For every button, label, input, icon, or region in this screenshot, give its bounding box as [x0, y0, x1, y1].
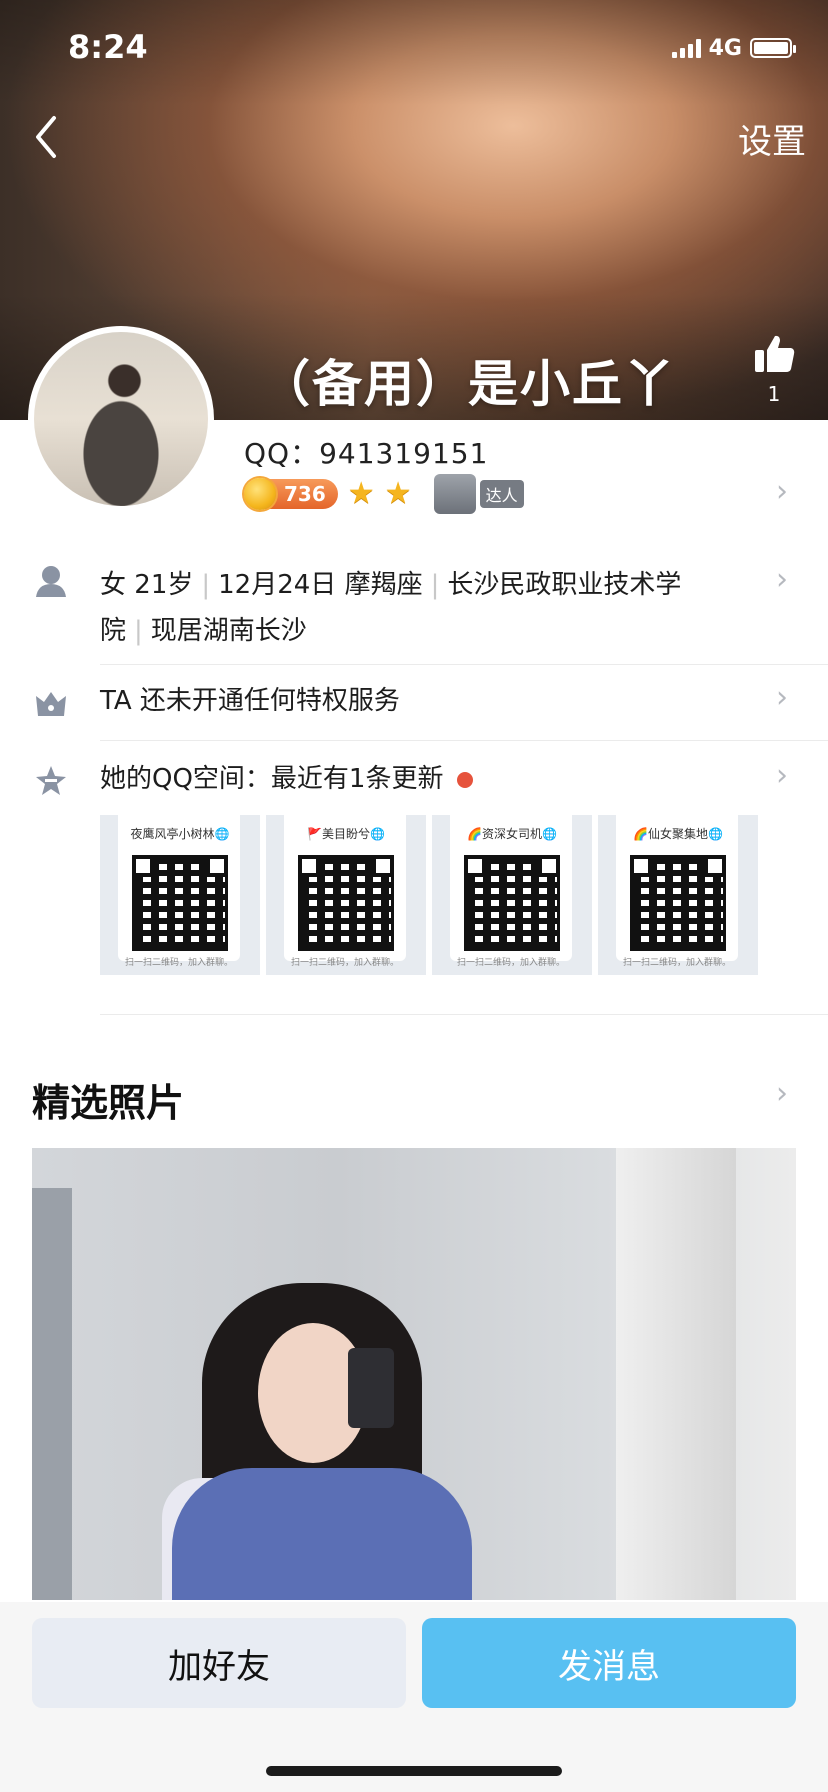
chevron-right-icon: › [776, 758, 788, 793]
qr-code-icon [630, 855, 726, 951]
settings-button[interactable]: 设置 [738, 114, 806, 163]
daren-badge: 达人 [433, 474, 524, 514]
coin-icon [244, 478, 276, 510]
qzone-thumbnail[interactable]: 夜鹰风亭小树林🌐 扫一扫二维码，加入群聊。 [100, 815, 260, 975]
door [616, 1148, 736, 1600]
status-indicators: 4G [671, 35, 796, 61]
age: 21岁 [134, 570, 194, 600]
chevron-right-icon[interactable]: › [776, 474, 788, 509]
qzone-thumbnail[interactable]: 🌈仙女聚集地🌐 扫一扫二维码，加入群聊。 [598, 815, 758, 975]
coin-level: 736 [284, 482, 326, 506]
nickname: （备用）是小丘丫 [260, 355, 676, 413]
network-type: 4G [708, 35, 742, 61]
qzone-text: 她的QQ空间：最近有1条更新 [100, 756, 474, 802]
qr-foot: 扫一扫二维码，加入群聊。 [456, 958, 565, 968]
star-icon: ★ [384, 476, 412, 511]
qr-tag: 夜鹰风亭小树林🌐 [130, 827, 230, 841]
qr-code-icon [132, 855, 228, 951]
divider [100, 1014, 828, 1015]
chevron-right-icon: › [776, 562, 788, 597]
location: 现居湖南长沙 [150, 616, 307, 646]
avatar[interactable] [28, 326, 214, 512]
qzone-update-text: 她的QQ空间：最近有1条更新 [100, 764, 444, 794]
daren-icon [433, 474, 476, 514]
qr-foot: 扫一扫二维码，加入群聊。 [622, 958, 731, 968]
chevron-right-icon[interactable]: › [776, 1076, 788, 1111]
qzone-thumbnail[interactable]: 🌈资深女司机🌐 扫一扫二维码，加入群聊。 [432, 815, 592, 975]
school-cont: 院 [100, 616, 127, 646]
divider [100, 740, 828, 741]
privilege-text: TA 还未开通任何特权服务 [100, 686, 400, 716]
home-indicator[interactable] [266, 1766, 562, 1776]
school: 长沙民政职业技术学 [447, 570, 682, 600]
qr-foot: 扫一扫二维码，加入群聊。 [290, 958, 399, 968]
basic-info-row[interactable]: 女 21岁 | 12月24日 摩羯座 | 长沙民政职业技术学 院 | 现居湖南长沙 › [0, 548, 828, 660]
add-friend-button[interactable]: 加好友 [32, 1618, 406, 1708]
birthday: 12月24日 摩羯座 [218, 570, 423, 600]
photo-phone [348, 1348, 394, 1428]
photo-subject-top [172, 1468, 472, 1600]
qr-code-icon [464, 855, 560, 951]
featured-photo[interactable] [32, 1148, 796, 1600]
qr-code-icon [298, 855, 394, 951]
qq-number-value: 941319151 [319, 437, 489, 470]
basic-info-text: 女 21岁 | 12月24日 摩羯座 | 长沙民政职业技术学 院 | 现居湖南长沙 [100, 570, 682, 646]
divider [100, 664, 828, 665]
star-icon: ★ [347, 476, 375, 511]
gender: 女 [100, 570, 127, 600]
battery-icon [750, 38, 796, 58]
update-dot [457, 771, 474, 788]
back-button[interactable] [28, 112, 68, 162]
qzone-thumbnail[interactable]: 🚩美目盼兮🌐 扫一扫二维码，加入群聊。 [266, 815, 426, 975]
daren-label: 达人 [479, 480, 524, 508]
qzone-thumbnail-strip[interactable]: 夜鹰风亭小树林🌐 扫一扫二维码，加入群聊。 🚩美目盼兮🌐 扫一扫二维码，加入群聊… [100, 815, 760, 975]
qr-foot: 扫一扫二维码，加入群聊。 [124, 958, 233, 968]
coin-level-badge: 736 [244, 478, 338, 510]
privilege-row[interactable]: TA 还未开通任何特权服务 › [0, 666, 828, 740]
thumbs-up-icon [755, 335, 795, 372]
avatar-image [34, 332, 208, 506]
qr-tag: 🌈仙女聚集地🌐 [633, 827, 723, 841]
qr-tag: 🚩美目盼兮🌐 [307, 827, 385, 841]
featured-photos-title: 精选照片 [32, 1081, 185, 1125]
like-button[interactable] [750, 332, 800, 380]
qq-number: QQ：941319151 [244, 432, 488, 472]
qzone-row[interactable]: 她的QQ空间：最近有1条更新 › [0, 742, 828, 814]
level-badges[interactable]: 736 ★ ★ 达人 [244, 474, 524, 514]
signal-icon [671, 38, 701, 58]
qzone-star-icon [36, 766, 66, 795]
send-message-button[interactable]: 发消息 [422, 1618, 796, 1708]
qq-label: QQ： [244, 437, 320, 470]
back-chevron-icon [36, 116, 56, 158]
person-icon [36, 566, 66, 597]
like-count: 1 [767, 382, 781, 406]
door-frame [32, 1188, 72, 1600]
chevron-right-icon: › [776, 680, 788, 715]
qr-tag: 🌈资深女司机🌐 [467, 827, 557, 841]
crown-icon [36, 692, 66, 716]
status-time: 8:24 [68, 28, 148, 66]
